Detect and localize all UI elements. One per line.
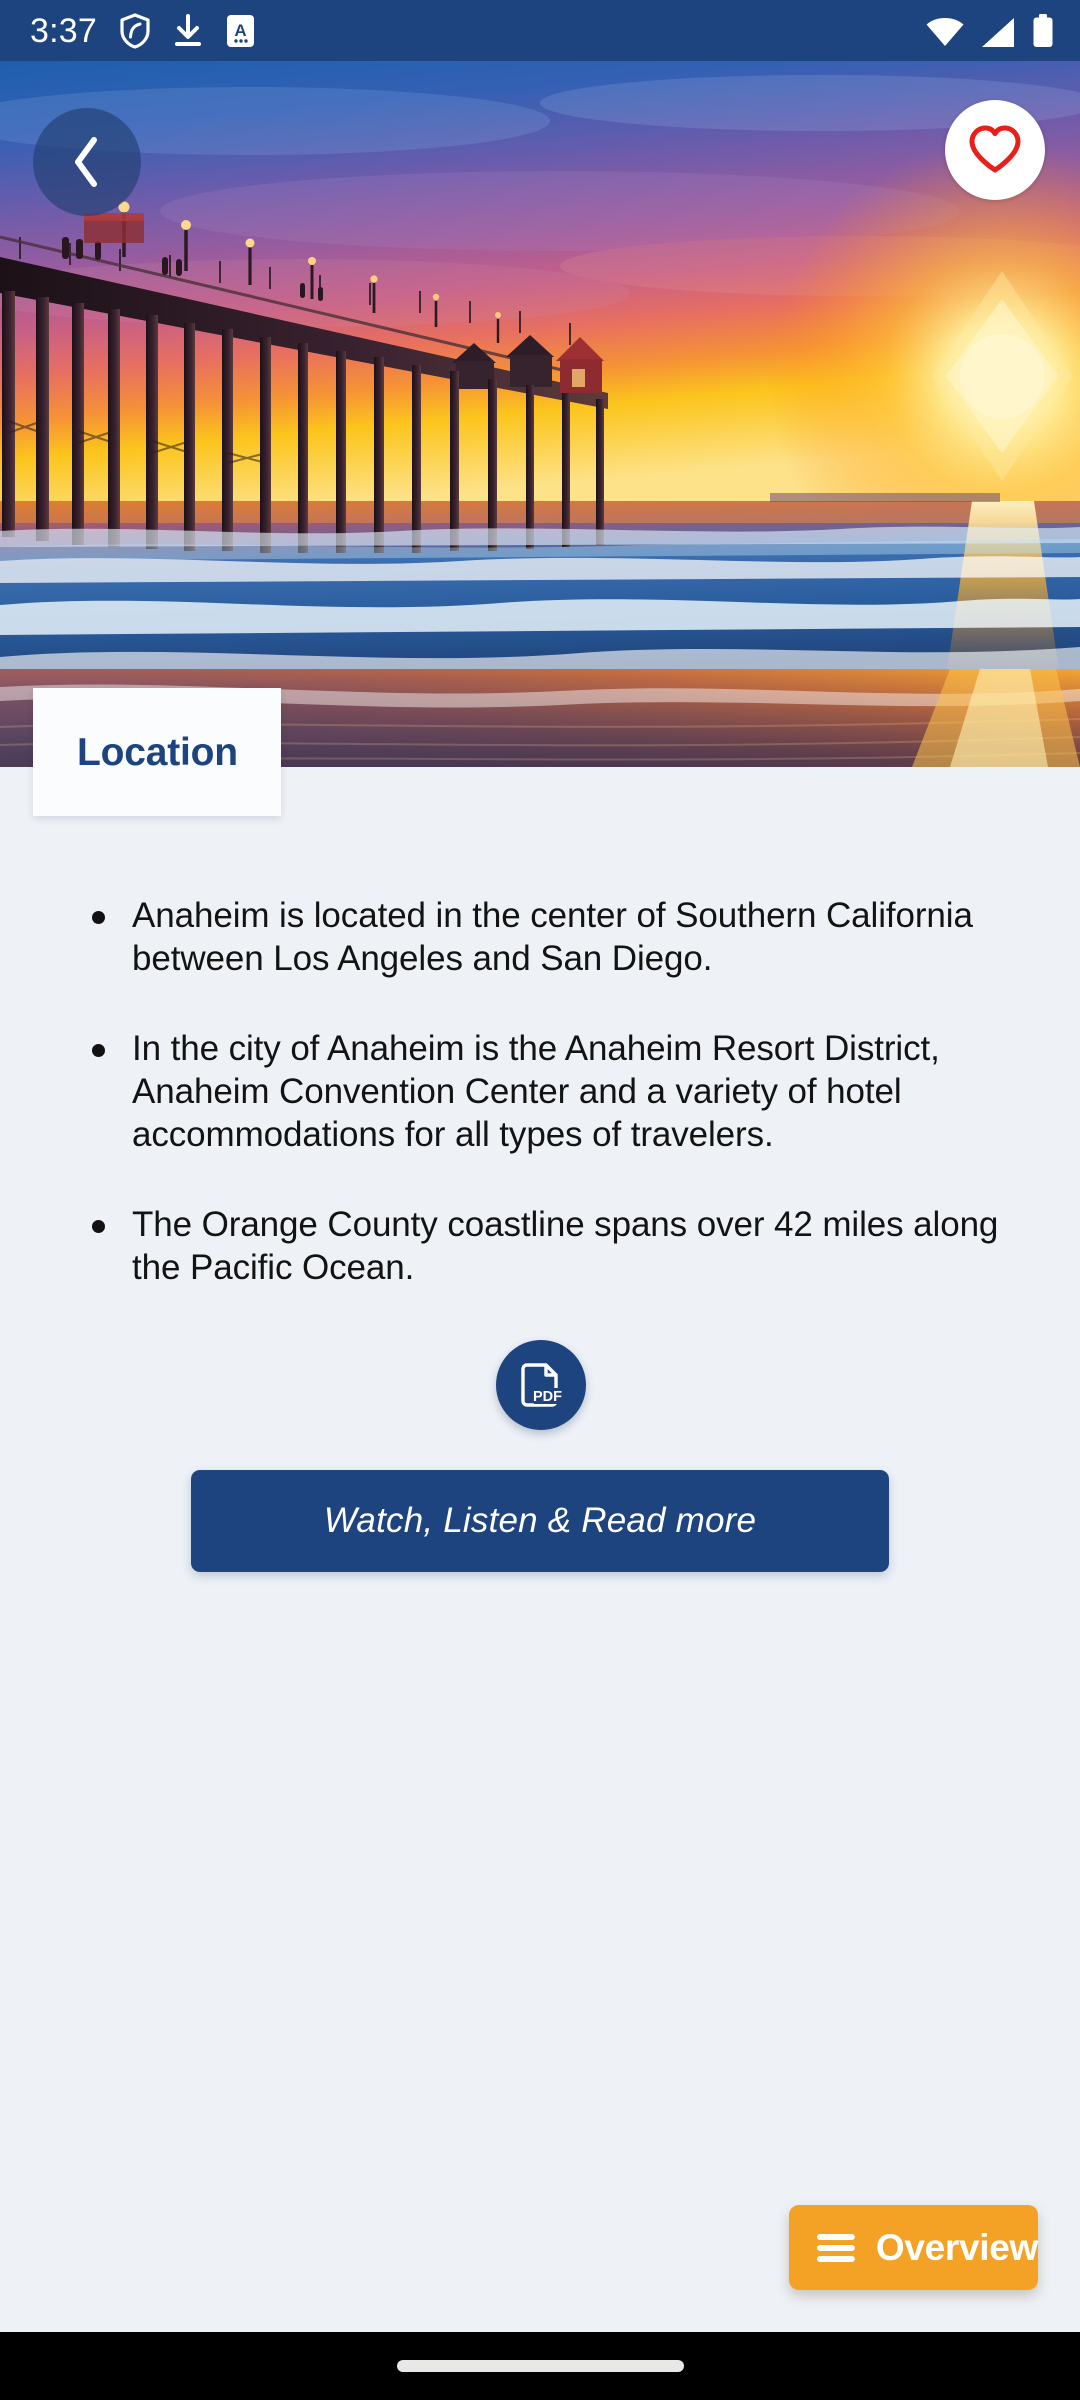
heart-outline-icon bbox=[969, 125, 1021, 173]
hamburger-menu-icon bbox=[816, 2233, 855, 2262]
status-bar: 3:37 A bbox=[0, 0, 1080, 61]
shield-icon bbox=[120, 12, 150, 49]
download-icon bbox=[174, 13, 201, 46]
pdf-document-icon: PDF bbox=[521, 1363, 562, 1407]
bullet-text: The Orange County coastline spans over 4… bbox=[132, 1205, 999, 1287]
gesture-home-pill[interactable] bbox=[396, 2360, 684, 2372]
beach-sunset-illustration bbox=[0, 61, 1080, 767]
svg-text:A: A bbox=[234, 21, 246, 40]
list-item: The Orange County coastline spans over 4… bbox=[0, 1203, 1080, 1289]
battery-icon bbox=[1033, 13, 1053, 47]
svg-text:PDF: PDF bbox=[533, 1389, 562, 1405]
hero-image bbox=[0, 61, 1080, 767]
overview-button[interactable]: Overview bbox=[789, 2205, 1038, 2290]
status-bar-clock: 3:37 bbox=[30, 11, 97, 50]
back-button[interactable] bbox=[33, 108, 141, 216]
list-item: Anaheim is located in the center of Sout… bbox=[0, 894, 1080, 980]
status-bar-left: 3:37 A bbox=[30, 11, 256, 50]
content-panel: Anaheim is located in the center of Sout… bbox=[0, 767, 1080, 2332]
bullet-dot-icon bbox=[92, 1044, 105, 1057]
favorite-button[interactable] bbox=[945, 100, 1045, 200]
wifi-icon bbox=[926, 17, 964, 46]
bullet-text: In the city of Anaheim is the Anaheim Re… bbox=[132, 1029, 940, 1154]
translate-icon: A bbox=[226, 14, 254, 47]
bullet-dot-icon bbox=[92, 1220, 105, 1233]
section-tab-location[interactable]: Location bbox=[33, 688, 281, 816]
cellular-signal-icon bbox=[982, 17, 1014, 47]
cta-button-label: Watch, Listen & Read more bbox=[323, 1501, 757, 1540]
status-bar-right bbox=[926, 13, 1054, 48]
chevron-left-icon bbox=[75, 137, 97, 187]
overview-button-label: Overview bbox=[875, 2227, 1038, 2268]
bullet-list: Anaheim is located in the center of Sout… bbox=[0, 894, 1080, 1336]
section-tab-label: Location bbox=[77, 730, 238, 774]
bullet-text: Anaheim is located in the center of Sout… bbox=[132, 896, 973, 978]
pdf-download-button[interactable]: PDF bbox=[496, 1340, 586, 1430]
bullet-dot-icon bbox=[92, 911, 105, 924]
app-screen: 3:37 A Location Anaheim is located in th… bbox=[0, 0, 1080, 2400]
system-navigation-bar bbox=[0, 2332, 1080, 2400]
watch-listen-read-more-button[interactable]: Watch, Listen & Read more bbox=[191, 1470, 889, 1572]
list-item: In the city of Anaheim is the Anaheim Re… bbox=[0, 1027, 1080, 1156]
